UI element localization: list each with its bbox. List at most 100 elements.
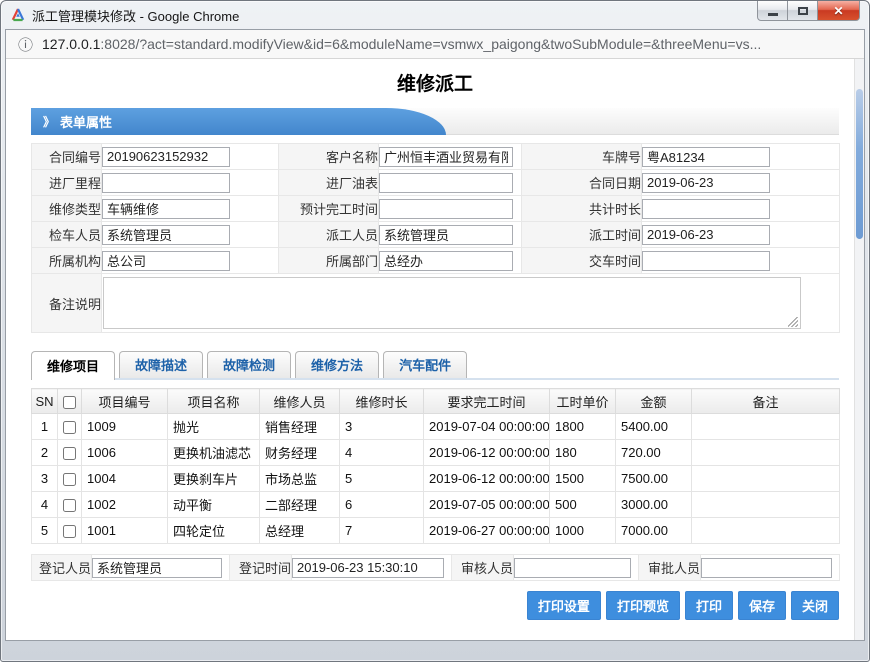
approver-field[interactable] (701, 558, 832, 578)
row-select-checkbox[interactable] (63, 473, 76, 486)
save-button[interactable]: 保存 (738, 591, 786, 620)
dispatcher-field[interactable] (379, 225, 513, 245)
cell-hours: 6 (340, 492, 424, 518)
minimize-button[interactable] (757, 0, 788, 21)
close-window-button[interactable]: ✕ (817, 0, 860, 21)
section-title: 表单属性 (60, 112, 112, 131)
plate-field[interactable] (642, 147, 770, 167)
reg-time-label: 登记时间 (230, 555, 292, 581)
registrar-field[interactable] (92, 558, 222, 578)
cell-hours: 7 (340, 518, 424, 544)
inspector-field[interactable] (102, 225, 230, 245)
form-row: 合同编号 客户名称 车牌号 (32, 144, 840, 170)
window-title: 派工管理模块修改 - Google Chrome (32, 6, 239, 25)
address-bar: ⓘ 127.0.0.1:8028/?act=standard.modifyVie… (6, 30, 864, 59)
close-button[interactable]: 关闭 (791, 591, 839, 620)
mileage-field[interactable] (102, 173, 230, 193)
dispatch-form: 合同编号 客户名称 车牌号 进厂里程 进厂油表 合同日期 (31, 143, 840, 333)
tab-fault-description[interactable]: 故障描述 (119, 351, 203, 378)
col-item-code: 项目编号 (82, 389, 168, 414)
customer-field[interactable] (379, 147, 513, 167)
cell-item-name: 四轮定位 (168, 518, 260, 544)
cell-price: 1500 (550, 466, 616, 492)
textarea-resize-grip-icon[interactable] (788, 317, 798, 327)
cell-person: 市场总监 (260, 466, 340, 492)
minimize-icon (768, 13, 778, 16)
cell-sn: 3 (32, 466, 58, 492)
row-select-checkbox[interactable] (63, 525, 76, 538)
contract-date-field[interactable] (642, 173, 770, 193)
form-row: 所属机构 所属部门 交车时间 (32, 248, 840, 274)
cell-amount: 3000.00 (616, 492, 692, 518)
col-person: 维修人员 (260, 389, 340, 414)
cell-person: 财务经理 (260, 440, 340, 466)
delivery-time-field[interactable] (642, 251, 770, 271)
registrar-label: 登记人员 (32, 555, 92, 581)
select-all-checkbox[interactable] (63, 396, 76, 409)
vertical-scrollbar[interactable] (854, 59, 864, 640)
organization-field[interactable] (102, 251, 230, 271)
col-amount: 金额 (616, 389, 692, 414)
cell-amount: 7500.00 (616, 466, 692, 492)
table-row: 5 1001 四轮定位 总经理 7 2019-06-27 00:00:00 10… (32, 518, 840, 544)
row-select-checkbox[interactable] (63, 447, 76, 460)
cell-deadline: 2019-07-04 00:00:00 (424, 414, 550, 440)
detail-tabs: 维修项目 故障描述 故障检测 维修方法 汽车配件 (31, 351, 839, 380)
section-header-bar: 》 表单属性 (31, 108, 839, 135)
cell-hours: 4 (340, 440, 424, 466)
tab-repair-items[interactable]: 维修项目 (31, 351, 115, 380)
reviewer-field[interactable] (514, 558, 631, 578)
fuel-field[interactable] (379, 173, 513, 193)
maximize-button[interactable] (787, 0, 818, 21)
cell-sn: 2 (32, 440, 58, 466)
remark-textarea[interactable] (103, 277, 801, 329)
scrollbar-thumb[interactable] (856, 89, 863, 239)
cell-price: 500 (550, 492, 616, 518)
cell-item-code: 1009 (82, 414, 168, 440)
page-content: 维修派工 》 表单属性 合同编号 客户名 (6, 59, 854, 640)
cell-remark (692, 440, 840, 466)
col-deadline: 要求完工时间 (424, 389, 550, 414)
table-row: 4 1002 动平衡 二部经理 6 2019-07-05 00:00:00 50… (32, 492, 840, 518)
cell-sn: 4 (32, 492, 58, 518)
table-row: 2 1006 更换机油滤芯 财务经理 4 2019-06-12 00:00:00… (32, 440, 840, 466)
row-select-checkbox[interactable] (63, 421, 76, 434)
section-header-tab: 》 表单属性 (31, 108, 446, 135)
fuel-label: 进厂油表 (279, 170, 379, 196)
cell-amount: 7000.00 (616, 518, 692, 544)
cell-item-name: 抛光 (168, 414, 260, 440)
cell-price: 1800 (550, 414, 616, 440)
cell-price: 180 (550, 440, 616, 466)
cell-hours: 5 (340, 466, 424, 492)
cell-sn: 1 (32, 414, 58, 440)
cell-item-code: 1004 (82, 466, 168, 492)
tab-fault-detection[interactable]: 故障检测 (207, 351, 291, 378)
url-text[interactable]: 127.0.0.1:8028/?act=standard.modifyView&… (42, 36, 761, 52)
total-hours-field[interactable] (642, 199, 770, 219)
repair-type-field[interactable] (102, 199, 230, 219)
print-settings-button[interactable]: 打印设置 (527, 591, 601, 620)
cell-item-code: 1002 (82, 492, 168, 518)
cell-item-name: 更换机油滤芯 (168, 440, 260, 466)
col-hours: 维修时长 (340, 389, 424, 414)
cell-person: 销售经理 (260, 414, 340, 440)
page-info-icon[interactable]: ⓘ (18, 34, 33, 55)
print-button[interactable]: 打印 (685, 591, 733, 620)
dispatch-time-field[interactable] (642, 225, 770, 245)
section-arrow-icon: 》 (43, 113, 55, 130)
tab-auto-parts[interactable]: 汽车配件 (383, 351, 467, 378)
row-select-checkbox[interactable] (63, 499, 76, 512)
maximize-icon (798, 7, 808, 15)
customer-label: 客户名称 (279, 144, 379, 170)
expected-finish-field[interactable] (379, 199, 513, 219)
url-host: 127.0.0.1 (42, 36, 100, 52)
department-field[interactable] (379, 251, 513, 271)
tab-repair-method[interactable]: 维修方法 (295, 351, 379, 378)
contract-no-field[interactable] (102, 147, 230, 167)
print-preview-button[interactable]: 打印预览 (606, 591, 680, 620)
cell-remark (692, 518, 840, 544)
cell-person: 总经理 (260, 518, 340, 544)
cell-amount: 720.00 (616, 440, 692, 466)
reg-time-field[interactable] (292, 558, 444, 578)
page-title: 维修派工 (31, 69, 839, 96)
